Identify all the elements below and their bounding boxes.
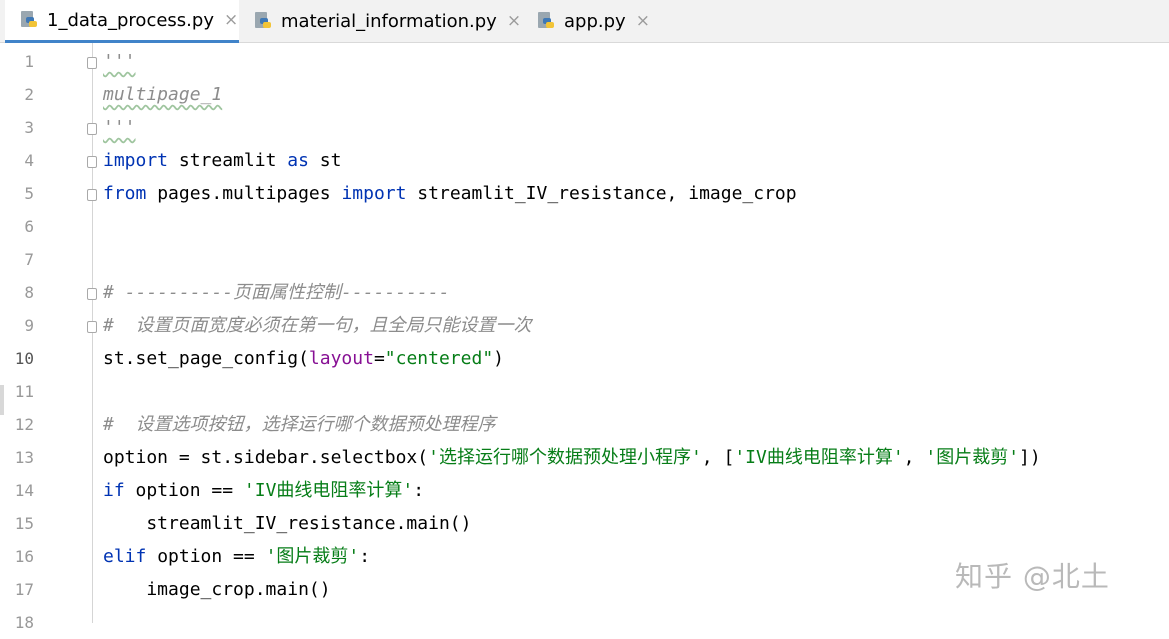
- line-number-current: 10: [14, 349, 34, 368]
- line-number: 4: [24, 151, 34, 170]
- line-number: 14: [14, 481, 34, 500]
- tab-label: app.py: [564, 10, 626, 32]
- code-line-10: st.set_page_config(layout="centered"): [103, 348, 504, 369]
- close-icon[interactable]: ×: [636, 11, 650, 31]
- code-line-2: multipage_1: [103, 84, 223, 105]
- code-line-15: streamlit_IV_resistance.main(): [103, 513, 472, 534]
- line-number: 12: [14, 415, 34, 434]
- line-number-gutter[interactable]: 1 2 3 4 5 6 7 8 9 10 11 12 13 14 15 16 1…: [0, 43, 97, 632]
- code-line-12: # 设置选项按钮，选择运行哪个数据预处理程序: [103, 414, 496, 435]
- code-line-14: if option == 'IV曲线电阻率计算':: [103, 480, 425, 501]
- code-line-1: ''': [103, 51, 136, 72]
- line-number: 15: [14, 514, 34, 533]
- line-number: 13: [14, 448, 34, 467]
- fold-marker-icon[interactable]: [87, 123, 97, 135]
- close-icon[interactable]: ×: [224, 10, 238, 30]
- fold-marker-icon[interactable]: [87, 321, 97, 333]
- tab-label: 1_data_process.py: [47, 9, 214, 31]
- code-line-5: from pages.multipages import streamlit_I…: [103, 183, 797, 204]
- fold-marker-icon[interactable]: [87, 189, 97, 201]
- python-file-icon: [21, 11, 37, 29]
- tab-1-data-process[interactable]: 1_data_process.py ×: [5, 0, 239, 43]
- python-file-icon: [255, 12, 271, 30]
- line-number: 9: [24, 316, 34, 335]
- python-file-icon: [538, 12, 554, 30]
- fold-marker-icon[interactable]: [87, 156, 97, 168]
- fold-marker-icon[interactable]: [87, 57, 97, 69]
- line-number: 3: [24, 118, 34, 137]
- tab-label: material_information.py: [281, 10, 497, 32]
- close-icon[interactable]: ×: [507, 11, 521, 31]
- code-line-3: ''': [103, 117, 136, 138]
- line-number: 6: [24, 217, 34, 236]
- line-number: 17: [14, 580, 34, 599]
- watermark: 知乎 @北土: [955, 560, 1110, 593]
- code-line-13: option = st.sidebar.selectbox('选择运行哪个数据预…: [103, 447, 1041, 468]
- code-line-9: # 设置页面宽度必须在第一句，且全局只能设置一次: [103, 315, 532, 336]
- line-number: 5: [24, 184, 34, 203]
- line-number: 2: [24, 85, 34, 104]
- line-number: 11: [14, 382, 34, 401]
- editor-tab-bar: 1_data_process.py × material_information…: [0, 0, 1169, 43]
- line-number: 8: [24, 283, 34, 302]
- line-number: 16: [14, 547, 34, 566]
- line-number: 7: [24, 250, 34, 269]
- code-line-4: import streamlit as st: [103, 150, 342, 171]
- code-line-16: elif option == '图片裁剪':: [103, 546, 371, 567]
- code-line-17: image_crop.main(): [103, 579, 331, 600]
- tab-app[interactable]: app.py ×: [538, 0, 650, 42]
- tab-material-information[interactable]: material_information.py ×: [255, 0, 521, 42]
- fold-marker-icon[interactable]: [87, 288, 97, 300]
- code-line-8: # ----------页面属性控制----------: [103, 282, 450, 303]
- line-number: 1: [24, 52, 34, 71]
